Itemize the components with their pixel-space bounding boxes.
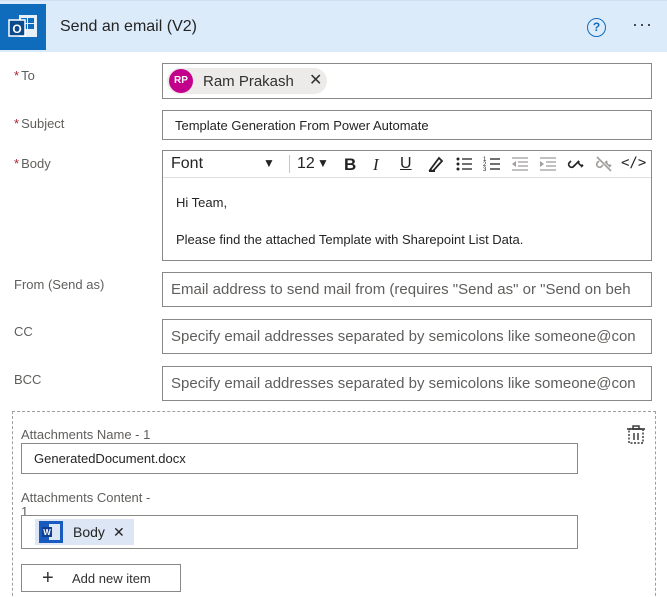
to-field[interactable]: RP Ram Prakash ✕ <box>162 63 652 99</box>
bcc-input[interactable]: Specify email addresses separated by sem… <box>162 366 652 401</box>
cc-input[interactable]: Specify email addresses separated by sem… <box>162 319 652 354</box>
subject-label: * Subject <box>14 116 65 131</box>
subject-value: Template Generation From Power Automate <box>175 118 429 133</box>
increase-indent-icon[interactable] <box>539 155 557 177</box>
highlight-icon[interactable] <box>427 155 445 177</box>
decrease-indent-icon[interactable] <box>511 155 529 177</box>
attachments-content-label: Attachments Content - <box>21 490 151 505</box>
numbered-list-icon[interactable]: 123 <box>483 155 501 177</box>
remove-recipient-icon[interactable]: ✕ <box>309 70 322 90</box>
from-input[interactable]: Email address to send mail from (require… <box>162 272 652 307</box>
body-line-1: Hi Team, <box>176 195 228 210</box>
body-label: * Body <box>14 156 51 171</box>
font-select[interactable]: Font <box>171 155 203 173</box>
action-header[interactable]: O Send an email (V2) ? ··· <box>0 0 667 52</box>
outlook-icon: O <box>0 4 46 50</box>
bcc-label: BCC <box>14 372 42 387</box>
cc-placeholder: Specify email addresses separated by sem… <box>171 328 636 345</box>
help-icon[interactable]: ? <box>587 18 606 37</box>
code-view-icon[interactable]: </> <box>621 155 646 171</box>
svg-text:W: W <box>43 528 51 537</box>
to-label: * To <box>14 68 35 83</box>
attachments-content-input[interactable]: W Body ✕ <box>21 515 578 549</box>
add-new-item-button[interactable]: + Add new item <box>21 564 181 592</box>
from-placeholder: Email address to send mail from (require… <box>171 281 631 298</box>
size-dropdown-icon[interactable]: ▼ <box>317 156 329 170</box>
dynamic-content-token[interactable]: W Body ✕ <box>35 519 134 545</box>
bullet-list-icon[interactable] <box>455 155 473 177</box>
plus-icon: + <box>42 567 54 589</box>
add-new-item-label: Add new item <box>72 571 151 586</box>
svg-text:O: O <box>12 22 21 36</box>
link-icon[interactable] <box>567 155 585 177</box>
from-label: From (Send as) <box>14 277 105 292</box>
token-label: Body <box>73 524 105 540</box>
delete-item-icon[interactable] <box>627 425 645 450</box>
action-title: Send an email (V2) <box>60 18 197 35</box>
underline-icon[interactable]: U <box>400 155 412 173</box>
bcc-placeholder: Specify email addresses separated by sem… <box>171 375 636 392</box>
cc-label: CC <box>14 324 33 339</box>
attachments-name-label: Attachments Name - 1 <box>21 427 151 442</box>
remove-token-icon[interactable]: ✕ <box>113 524 125 541</box>
more-options-icon[interactable]: ··· <box>632 15 653 33</box>
font-size-select[interactable]: 12 <box>297 155 315 173</box>
word-icon: W <box>39 521 63 543</box>
attachments-name-input[interactable]: GeneratedDocument.docx <box>21 443 578 474</box>
svg-text:3: 3 <box>483 167 487 173</box>
body-editor[interactable]: Font ▼ 12 ▼ B I U 123 </> Hi Team, Pleas… <box>162 150 652 261</box>
recipient-name: Ram Prakash <box>203 73 294 90</box>
unlink-icon[interactable] <box>595 155 613 177</box>
bold-icon[interactable]: B <box>344 155 356 175</box>
body-line-2: Please find the attached Template with S… <box>176 232 524 247</box>
rich-text-toolbar: Font ▼ 12 ▼ B I U 123 </> <box>163 151 651 178</box>
recipient-token[interactable]: RP Ram Prakash ✕ <box>167 68 327 94</box>
subject-input[interactable]: Template Generation From Power Automate <box>162 110 652 140</box>
attachments-array: Attachments Name - 1 GeneratedDocument.d… <box>12 411 656 597</box>
font-dropdown-icon[interactable]: ▼ <box>263 156 275 170</box>
attachments-name-value: GeneratedDocument.docx <box>34 451 186 466</box>
italic-icon[interactable]: I <box>373 155 379 175</box>
avatar: RP <box>169 69 193 93</box>
